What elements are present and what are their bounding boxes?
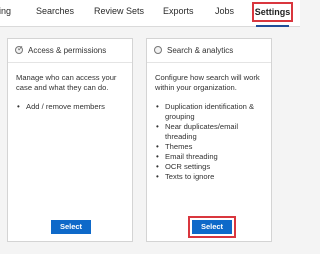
- card-description: Configure how search will work within yo…: [155, 73, 260, 92]
- top-tab-bar: ing Searches Review Sets Exports Jobs Se…: [0, 0, 300, 27]
- feature-list: Add / remove members: [16, 102, 130, 112]
- tab-processing[interactable]: ing: [0, 6, 11, 16]
- card-description: Manage who can access your case and what…: [16, 73, 117, 92]
- tab-jobs[interactable]: Jobs: [215, 6, 234, 16]
- list-item: Themes: [155, 142, 269, 152]
- list-item: Add / remove members: [16, 102, 130, 112]
- feature-list: Duplication identification & grouping Ne…: [155, 102, 269, 182]
- card-header: ✓ Access & permissions: [8, 39, 132, 63]
- tab-review-sets[interactable]: Review Sets: [94, 6, 144, 16]
- list-item: Email threading: [155, 152, 269, 162]
- circle-icon: [154, 46, 162, 54]
- card-header: Search & analytics: [147, 39, 271, 63]
- card-title: Search & analytics: [167, 46, 234, 55]
- list-item: Texts to ignore: [155, 172, 269, 182]
- list-item: Near duplicates/email threading: [155, 122, 269, 142]
- select-search-analytics-button[interactable]: Select: [192, 220, 232, 234]
- list-item: Duplication identification & grouping: [155, 102, 269, 122]
- select-access-permissions-button[interactable]: Select: [51, 220, 91, 234]
- tab-exports[interactable]: Exports: [163, 6, 194, 16]
- search-analytics-card: Search & analytics Configure how search …: [146, 38, 272, 242]
- check-mark-icon: ✓: [17, 44, 24, 53]
- card-title: Access & permissions: [28, 46, 107, 55]
- active-tab-indicator: [256, 25, 289, 27]
- tab-settings[interactable]: Settings: [252, 2, 293, 22]
- access-permissions-card: ✓ Access & permissions Manage who can ac…: [7, 38, 133, 242]
- tab-searches[interactable]: Searches: [36, 6, 74, 16]
- list-item: OCR settings: [155, 162, 269, 172]
